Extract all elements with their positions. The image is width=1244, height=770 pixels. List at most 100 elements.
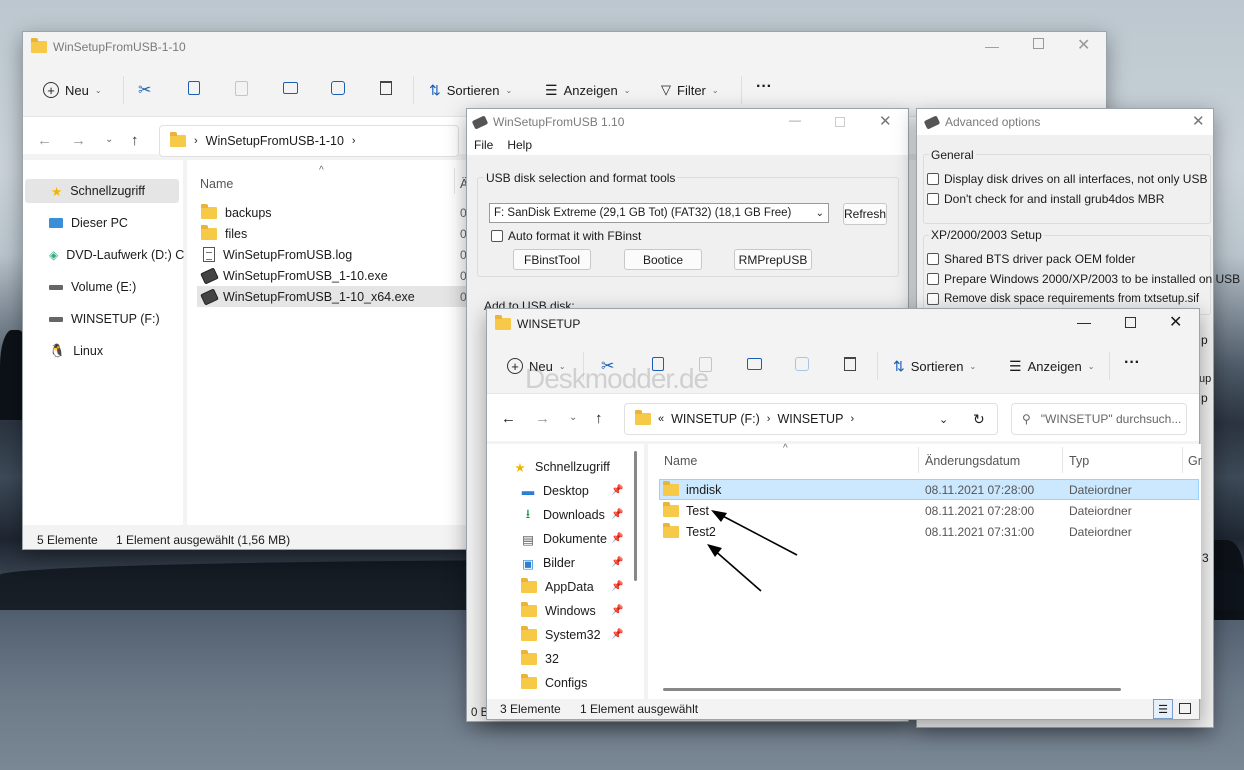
horizontal-scrollbar[interactable] xyxy=(663,688,1121,691)
more-icon[interactable]: ··· xyxy=(1124,354,1140,372)
back-icon[interactable]: ← xyxy=(501,410,516,427)
column-header-type[interactable]: Typ xyxy=(1069,454,1089,468)
address-bar[interactable]: « WINSETUP (F:) › WINSETUP › ⌄ ↻ xyxy=(624,403,998,435)
maximize-button[interactable] xyxy=(1033,38,1044,49)
annotation-arrow xyxy=(712,548,762,592)
sidebar-item-linux[interactable]: 🐧 Linux xyxy=(49,339,103,363)
sort-button[interactable]: ⇅ Sortieren ⌄ xyxy=(421,74,520,106)
option-checkbox[interactable]: Display disk drives on all interfaces, n… xyxy=(927,168,1207,189)
autoformat-checkbox[interactable]: Auto format it with FBinst xyxy=(491,225,641,246)
sidebar-item[interactable]: ▣ Bilder 📌 xyxy=(521,551,623,575)
filter-button[interactable]: ▽ Filter ⌄ xyxy=(653,74,727,106)
close-button[interactable]: ✕ xyxy=(1169,312,1182,332)
list-item[interactable]: files xyxy=(201,223,247,244)
paste-icon[interactable] xyxy=(235,81,248,96)
rename-icon[interactable] xyxy=(747,358,762,370)
sort-button[interactable]: ⇅ Sortieren ⌄ xyxy=(885,350,984,382)
minimize-button[interactable]: — xyxy=(1077,314,1091,330)
column-header-name[interactable]: Name xyxy=(200,177,233,191)
option-checkbox[interactable]: Shared BTS driver pack OEM folder xyxy=(927,248,1135,269)
new-button[interactable]: + Neu ⌄ xyxy=(35,74,110,106)
column-header-size[interactable]: Gr xyxy=(1188,454,1202,468)
column-header-date[interactable]: Änderungsdatum xyxy=(925,454,1020,468)
column-divider xyxy=(918,447,919,473)
fbinsttool-button[interactable]: FBinstTool xyxy=(513,249,591,270)
sidebar-item[interactable]: System32 📌 xyxy=(521,623,623,647)
minimize-button[interactable]: — xyxy=(789,113,801,127)
refresh-icon[interactable]: ↻ xyxy=(973,411,985,428)
sidebar-item[interactable]: 32 xyxy=(521,647,559,671)
close-button[interactable]: ✕ xyxy=(1077,35,1090,55)
list-item[interactable]: backups xyxy=(201,202,272,223)
view-button[interactable]: ☰ Anzeigen ⌄ xyxy=(537,74,638,106)
sidebar-item-winsetup-f[interactable]: WINSETUP (F:) xyxy=(49,307,160,331)
pin-icon: 📌 xyxy=(611,605,624,616)
sidebar-item-dvd[interactable]: ◈ DVD-Laufwerk (D:) C xyxy=(49,243,184,267)
disk-select-value: F: SanDisk Extreme (29,1 GB Tot) (FAT32)… xyxy=(494,207,792,219)
more-icon[interactable]: ··· xyxy=(756,78,772,96)
sidebar-item[interactable]: ▤ Dokumente 📌 xyxy=(521,527,623,551)
sidebar-item[interactable]: Windows 📌 xyxy=(521,599,623,623)
breadcrumb-folder[interactable]: WINSETUP xyxy=(777,412,843,426)
share-icon[interactable] xyxy=(795,357,809,371)
option-checkbox[interactable]: Remove disk space requirements from txts… xyxy=(927,288,1199,309)
sort-arrow-icon: ^ xyxy=(319,165,324,176)
sidebar-label: DVD-Laufwerk (D:) C xyxy=(66,248,185,262)
menu-file[interactable]: File xyxy=(474,138,493,152)
option-checkbox[interactable]: Prepare Windows 2000/XP/2003 to be insta… xyxy=(927,268,1240,289)
pin-icon: 📌 xyxy=(611,533,624,544)
close-button[interactable]: ✕ xyxy=(1192,112,1205,130)
sidebar-item[interactable]: AppData 📌 xyxy=(521,575,623,599)
minimize-button[interactable]: — xyxy=(985,38,999,54)
sidebar-item-quick-access[interactable]: ★ Schnellzugriff xyxy=(51,179,145,203)
sidebar-item-volume-e[interactable]: Volume (E:) xyxy=(49,275,136,299)
view-button[interactable]: ☰ Anzeigen ⌄ xyxy=(1001,350,1102,382)
sidebar-item[interactable]: ⭳ Downloads 📌 xyxy=(521,503,624,527)
cut-icon[interactable]: ✂ xyxy=(138,80,151,100)
delete-icon[interactable] xyxy=(380,81,392,95)
delete-icon[interactable] xyxy=(844,357,856,371)
close-button[interactable]: ✕ xyxy=(879,112,892,130)
menu-help[interactable]: Help xyxy=(507,138,532,152)
bootice-button[interactable]: Bootice xyxy=(624,249,702,270)
forward-icon[interactable]: → xyxy=(71,132,86,149)
refresh-button[interactable]: Refresh xyxy=(843,203,887,225)
rename-icon[interactable] xyxy=(283,82,298,94)
maximize-button[interactable] xyxy=(1125,317,1136,328)
sidebar-item[interactable]: Configs xyxy=(521,671,587,695)
list-item-selected[interactable]: imdisk xyxy=(663,479,721,500)
option-checkbox[interactable]: Don't check for and install grub4dos MBR xyxy=(927,188,1164,209)
list-item-selected[interactable]: WinSetupFromUSB_1-10_x64.exe xyxy=(200,286,415,307)
forward-icon[interactable]: → xyxy=(535,410,550,427)
maximize-button[interactable] xyxy=(835,117,845,127)
up-icon[interactable]: ↑ xyxy=(131,132,139,149)
search-input[interactable]: ⚲ "WINSETUP" durchsuch... xyxy=(1011,403,1187,435)
breadcrumb-drive[interactable]: WINSETUP (F:) xyxy=(671,412,760,426)
column-header-name[interactable]: Name xyxy=(664,454,697,468)
up-icon[interactable]: ↑ xyxy=(595,410,603,427)
file-name: WinSetupFromUSB.log xyxy=(223,247,353,262)
breadcrumb[interactable]: WinSetupFromUSB-1-10 xyxy=(206,134,344,148)
back-icon[interactable]: ← xyxy=(37,132,52,149)
details-view-button[interactable]: ☰ xyxy=(1153,699,1173,719)
rmprepusb-button[interactable]: RMPrepUSB xyxy=(734,249,812,270)
sidebar-item[interactable]: ★ Schnellzugriff xyxy=(513,455,609,479)
recent-icon[interactable]: ⌄ xyxy=(569,412,577,423)
copy-icon[interactable] xyxy=(188,81,200,95)
window-title: Advanced options xyxy=(945,115,1041,129)
text-fragment: p xyxy=(1201,333,1208,347)
list-item[interactable]: WinSetupFromUSB.log xyxy=(203,244,352,265)
address-bar[interactable]: › WinSetupFromUSB-1-10 › xyxy=(159,125,459,157)
folder-icon xyxy=(170,132,186,147)
recent-icon[interactable]: ⌄ xyxy=(105,134,113,145)
sidebar-item-this-pc[interactable]: Dieser PC xyxy=(49,211,128,235)
sidebar-item[interactable]: ▬ Desktop 📌 xyxy=(521,479,624,503)
tiles-view-button[interactable] xyxy=(1179,703,1191,714)
list-item[interactable]: WinSetupFromUSB_1-10.exe xyxy=(200,265,388,286)
disk-select[interactable]: F: SanDisk Extreme (29,1 GB Tot) (FAT32)… xyxy=(489,203,829,223)
share-icon[interactable] xyxy=(331,81,345,95)
address-dropdown-icon[interactable]: ⌄ xyxy=(939,413,948,426)
sidebar-label: Dokumente xyxy=(543,532,607,546)
sidebar-label: Schnellzugriff xyxy=(70,184,146,198)
sidebar-scrollbar[interactable] xyxy=(634,451,637,581)
